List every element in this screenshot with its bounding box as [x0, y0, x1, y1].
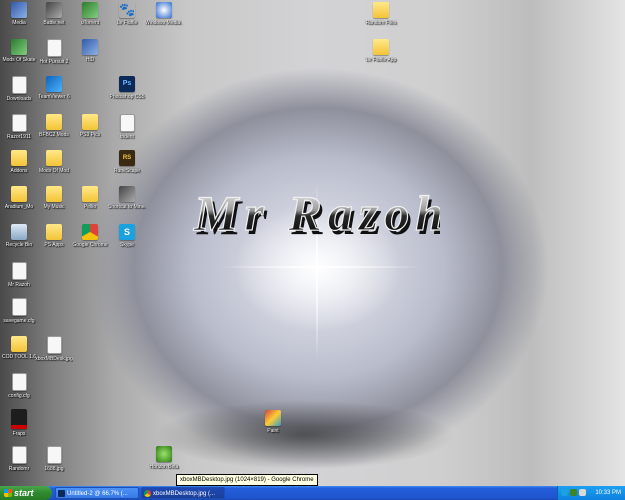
desktop-icon-battlenet[interactable]: Battle.net — [35, 2, 73, 26]
skype-icon: S — [119, 224, 135, 240]
desktop-icon-pellio[interactable]: Pellio — [71, 186, 109, 210]
wallpaper-shadow — [155, 400, 455, 470]
document-icon — [11, 114, 27, 132]
start-button[interactable]: start — [0, 486, 52, 500]
desktop-icon-utorrent[interactable]: uTorrent — [71, 2, 109, 26]
desktop-icon-mr-razoh[interactable]: Mr Razoh — [0, 262, 38, 288]
document-icon — [11, 76, 27, 94]
desktop-icon-config[interactable]: config.cfg — [0, 373, 38, 399]
minecraft-shortcut-icon — [119, 186, 135, 202]
paint-icon — [265, 410, 281, 426]
desktop-icon-ps3-pics[interactable]: PS3 Pics — [71, 114, 109, 138]
desktop-icon-le-fluffie-app[interactable]: Le Fluffie App — [362, 39, 400, 63]
runescape-icon: RS — [119, 150, 135, 166]
folder-icon — [46, 150, 62, 166]
desktop-icon-teamviewer[interactable]: TeamViewer 6 — [35, 76, 73, 100]
folder-icon — [46, 224, 62, 240]
desktop-icon-ps-apps[interactable]: PS Apps — [35, 224, 73, 248]
desktop-icon-mods-of-skate[interactable]: Mods Of Skate — [0, 39, 38, 63]
system-tray: 10:33 PM — [557, 486, 625, 500]
document-icon — [11, 262, 27, 280]
photoshop-icon: Ps — [119, 76, 135, 92]
document-icon — [11, 373, 27, 391]
folder-icon — [46, 186, 62, 202]
desktop-icon-aradium[interactable]: Aradium_Mo — [0, 186, 38, 210]
skype-tray-icon[interactable] — [561, 489, 568, 496]
desktop-icon-randomr[interactable]: Randomr — [0, 446, 38, 472]
desktop-icon-horizon-beta[interactable]: Horizon Beta — [145, 446, 183, 470]
desktop-icon-1688[interactable]: 1688.jpg — [35, 446, 73, 472]
desktop-icon-photoshop[interactable]: Ps Photoshop CS5 — [108, 76, 146, 100]
desktop-icon-hot-pursuit[interactable]: Hot Pursuit 2 — [35, 39, 73, 65]
folder-icon — [82, 186, 98, 202]
paw-icon: 🐾 — [119, 2, 136, 17]
desktop-icon-downloads[interactable]: Downloads — [0, 76, 38, 102]
start-label: start — [14, 488, 34, 498]
wallpaper-logo: Mr Razoh Mr Razoh — [192, 184, 440, 245]
document-icon — [11, 298, 27, 316]
clock: 10:33 PM — [595, 490, 621, 496]
desktop-icon-fraps[interactable]: Fraps — [0, 409, 38, 437]
skate-icon — [11, 39, 27, 55]
desktop-icon-minecraft[interactable]: Shortcut to Minecraft — [108, 186, 146, 210]
teamviewer-icon — [46, 76, 62, 92]
folder-icon — [373, 2, 389, 18]
taskbar-task-photoshop[interactable]: Untitled-2 @ 66.7% (... — [55, 487, 139, 499]
folder-icon — [373, 39, 389, 55]
desktop-icon-paint[interactable]: Paint — [254, 410, 292, 434]
wallpaper-flare-horizontal — [220, 266, 420, 268]
taskbar-task-chrome[interactable]: xboxMBDesktop.jpg (... — [141, 487, 225, 499]
photoshop-icon — [58, 490, 65, 497]
utorrent-tray-icon[interactable] — [570, 489, 577, 496]
fraps-icon — [11, 409, 27, 429]
folder-icon — [11, 150, 27, 166]
desktop-icon-runescape[interactable]: RS RuneScape — [108, 150, 146, 174]
document-icon — [46, 336, 62, 354]
desktop-icon-savegame[interactable]: savegame.cfg — [0, 298, 38, 324]
desktop-icon-addons[interactable]: Addons — [0, 150, 38, 174]
folder-icon — [11, 186, 27, 202]
desktop-icon-media[interactable]: Media — [0, 2, 38, 26]
battlenet-icon — [46, 2, 62, 18]
xbox-icon — [156, 446, 172, 462]
desktop-icon-xboxmbdesk[interactable]: xboxMBDesk.jpg — [35, 336, 73, 362]
desktop-icon-le-fluffie[interactable]: 🐾 Le Fluffie — [108, 2, 146, 26]
desktop-icon-wmp[interactable]: Windows Media Player — [145, 2, 183, 26]
document-icon — [11, 446, 27, 464]
desktop-icon-bfbc2-mods[interactable]: BFBC2 Mods — [35, 114, 73, 138]
taskbar: start Untitled-2 @ 66.7% (... xboxMBDesk… — [0, 486, 625, 500]
document-icon — [119, 114, 135, 132]
recycle-bin-icon — [11, 224, 27, 240]
desktop-icon-razor1911[interactable]: Razor1911 — [0, 114, 38, 140]
window-icon — [82, 39, 98, 55]
document-icon — [46, 446, 62, 464]
media-player-icon — [156, 2, 172, 18]
chrome-icon — [82, 224, 98, 240]
utorrent-icon — [82, 2, 98, 18]
desktop-icon-mods-of-mod[interactable]: Mods Of Mod — [35, 150, 73, 174]
document-icon — [46, 39, 62, 57]
volume-tray-icon[interactable] — [579, 489, 586, 496]
desktop-icon-recycle-bin[interactable]: Recycle Bin — [0, 224, 38, 248]
folder-icon — [11, 336, 27, 352]
wallpaper-logo-text: Mr Razoh — [193, 185, 440, 241]
windows-logo-icon — [4, 489, 12, 497]
folder-icon — [46, 114, 62, 130]
desktop[interactable]: Mr Razoh Mr Razoh Media Mods Of Skate Do… — [0, 0, 625, 486]
media-icon — [11, 2, 27, 18]
desktop-icon-random-files[interactable]: Random Files — [362, 2, 400, 26]
chrome-icon — [144, 490, 151, 497]
desktop-icon-skype[interactable]: S Skype — [108, 224, 146, 248]
desktop-icon-hid[interactable]: HiD — [71, 39, 109, 63]
desktop-icon-my-music[interactable]: My Music — [35, 186, 73, 210]
desktop-icon-trident[interactable]: trident — [108, 114, 146, 140]
folder-icon — [82, 114, 98, 130]
desktop-icon-cod-tool[interactable]: COD TOOL 1.6 — [0, 336, 38, 360]
desktop-icon-google-chrome[interactable]: Google Chrome — [71, 224, 109, 248]
taskbar-tooltip: xboxMBDesktop.jpg (1024×819) - Google Ch… — [176, 474, 318, 486]
